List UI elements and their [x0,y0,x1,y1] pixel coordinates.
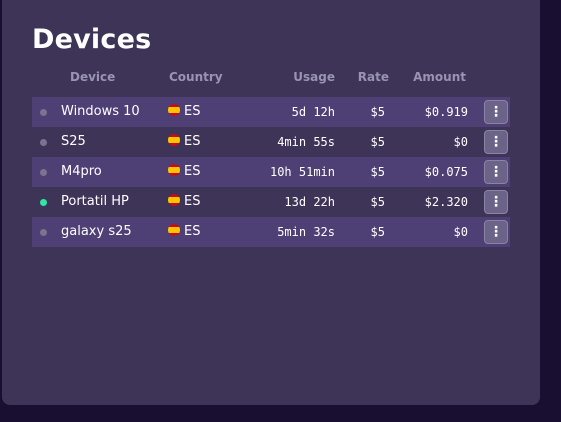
spain-flag-icon [168,134,180,146]
column-header-device: Device [70,70,116,84]
device-name: Windows 10 [61,104,140,119]
status-dot [40,109,47,116]
kebab-menu-icon: ⋮ [489,224,503,240]
table-row: M4pro ES 10h 51min $5 $0.075 ⋮ [32,157,510,187]
country-cell: ES [168,97,200,127]
rate-cell: $5 [370,135,385,149]
devices-table-body: Windows 10 ES 5d 12h $5 $0.919 ⋮ S25 ES … [32,97,510,247]
kebab-menu-icon: ⋮ [489,104,503,120]
table-header: Device Country Usage Rate Amount [32,70,510,88]
device-name: M4pro [61,164,102,179]
amount-cell: $0 [453,135,468,149]
status-dot-online [40,199,47,206]
amount-cell: $0.919 [424,105,468,119]
kebab-menu-icon: ⋮ [489,164,503,180]
rate-cell: $5 [370,225,385,239]
usage-cell: 5min 32s [277,225,335,239]
kebab-menu-icon: ⋮ [489,134,503,150]
spain-flag-icon [168,194,180,206]
devices-panel: Devices Device Country Usage Rate Amount… [2,0,540,405]
rate-cell: $5 [370,165,385,179]
usage-cell: 10h 51min [269,165,335,179]
page-title: Devices [32,24,152,55]
rate-cell: $5 [370,195,385,209]
country-code: ES [184,104,201,119]
column-header-amount: Amount [413,70,466,84]
device-name: Portatil HP [61,194,129,209]
table-row: Windows 10 ES 5d 12h $5 $0.919 ⋮ [32,97,510,127]
amount-cell: $0.075 [424,165,468,179]
row-menu-button[interactable]: ⋮ [484,130,508,154]
country-code: ES [184,134,201,149]
device-name: S25 [61,134,86,149]
usage-cell: 4min 55s [277,135,335,149]
amount-cell: $0 [453,225,468,239]
country-code: ES [184,194,201,209]
spain-flag-icon [168,104,180,116]
country-code: ES [184,224,201,239]
status-dot [40,169,47,176]
usage-cell: 13d 22h [284,195,335,209]
country-cell: ES [168,187,200,217]
column-header-country: Country [169,70,223,84]
status-dot [40,139,47,146]
country-cell: ES [168,127,200,157]
country-cell: ES [168,157,200,187]
amount-cell: $2.320 [424,195,468,209]
country-cell: ES [168,217,200,247]
row-menu-button[interactable]: ⋮ [484,100,508,124]
row-menu-button[interactable]: ⋮ [484,160,508,184]
usage-cell: 5d 12h [291,105,335,119]
device-name: galaxy s25 [61,224,132,239]
table-row: Portatil HP ES 13d 22h $5 $2.320 ⋮ [32,187,510,217]
country-code: ES [184,164,201,179]
table-row: S25 ES 4min 55s $5 $0 ⋮ [32,127,510,157]
row-menu-button[interactable]: ⋮ [484,220,508,244]
kebab-menu-icon: ⋮ [489,194,503,210]
rate-cell: $5 [370,105,385,119]
column-header-usage: Usage [293,70,335,84]
status-dot [40,229,47,236]
spain-flag-icon [168,224,180,236]
table-row: galaxy s25 ES 5min 32s $5 $0 ⋮ [32,217,510,247]
spain-flag-icon [168,164,180,176]
column-header-rate: Rate [357,70,389,84]
row-menu-button[interactable]: ⋮ [484,190,508,214]
